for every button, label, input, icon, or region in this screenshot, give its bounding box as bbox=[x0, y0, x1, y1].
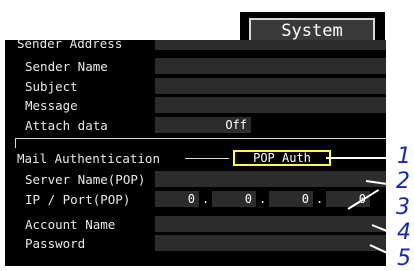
ip-octet-1-value: 0 bbox=[187, 192, 195, 206]
ip-octet-2-value: 0 bbox=[244, 192, 252, 206]
account-name-label: Account Name bbox=[25, 217, 116, 232]
sender-address-field[interactable] bbox=[155, 40, 386, 50]
ip-dot-2: . bbox=[259, 192, 267, 206]
attach-data-select[interactable]: Off bbox=[155, 117, 251, 133]
callout-number-2: 2 bbox=[396, 169, 410, 194]
attach-data-value: Off bbox=[225, 118, 247, 132]
ip-octet-1[interactable]: 0 bbox=[155, 191, 199, 207]
server-name-label: Server Name(POP) bbox=[25, 172, 146, 187]
password-field[interactable] bbox=[155, 235, 386, 251]
group-box-left-edge bbox=[15, 138, 16, 148]
callout-number-1: 1 bbox=[397, 144, 411, 169]
mail-auth-select[interactable]: POP Auth bbox=[233, 150, 331, 166]
account-name-field[interactable] bbox=[155, 216, 386, 232]
ip-octet-2[interactable]: 0 bbox=[212, 191, 256, 207]
server-name-field[interactable] bbox=[155, 171, 386, 187]
message-field[interactable] bbox=[155, 97, 386, 113]
ip-octet-3[interactable]: 0 bbox=[269, 191, 313, 207]
sender-name-field[interactable] bbox=[155, 58, 386, 74]
ip-port-label: IP / Port(POP) bbox=[25, 192, 131, 207]
attach-data-label: Attach data bbox=[25, 118, 108, 133]
sender-address-label: Sender Address bbox=[17, 40, 123, 51]
subject-field[interactable] bbox=[155, 78, 386, 94]
callout-number-5: 5 bbox=[397, 246, 411, 271]
callout-number-3: 3 bbox=[396, 195, 410, 220]
subject-label: Subject bbox=[25, 79, 78, 94]
password-label: Password bbox=[25, 236, 86, 251]
ip-octet-3-value: 0 bbox=[301, 192, 309, 206]
mail-auth-leader-line bbox=[185, 158, 229, 159]
section-divider bbox=[15, 138, 386, 139]
callout-number-4: 4 bbox=[397, 220, 411, 245]
email-settings-panel: Sender Address Sender Name Subject Messa… bbox=[5, 40, 386, 266]
message-label: Message bbox=[25, 98, 78, 113]
sender-name-label: Sender Name bbox=[25, 59, 108, 74]
mail-auth-label: Mail Authentication bbox=[17, 151, 160, 166]
ip-dot-3: . bbox=[316, 192, 324, 206]
ip-dot-1: . bbox=[202, 192, 210, 206]
callout-line-1 bbox=[326, 157, 398, 159]
